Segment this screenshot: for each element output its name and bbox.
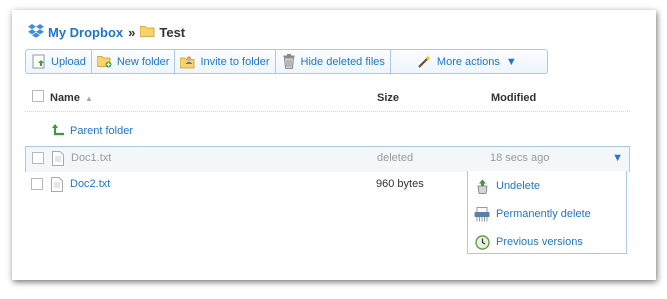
row-checkbox[interactable] [32,152,44,164]
breadcrumb-root-link[interactable]: My Dropbox [48,25,123,40]
permanently-delete-menu-item[interactable]: Permanently delete [474,205,591,223]
breadcrumb-current: Test [159,24,186,40]
file-list-header: Name ▲ Size Modified [25,88,630,112]
undelete-menu-item[interactable]: Undelete [474,177,540,195]
toolbar: Upload New folder Invite to folder Hide … [25,49,548,74]
dropbox-logo-icon [28,23,44,41]
parent-folder-arrow-icon [52,124,67,141]
file-modified: 18 secs ago [490,152,550,164]
file-name[interactable]: Doc1.txt [71,152,111,164]
shared-folder-icon [180,54,196,70]
upload-label: Upload [51,55,86,68]
new-folder-label: New folder [116,55,170,68]
permanently-delete-label: Permanently delete [496,208,591,220]
breadcrumb: My Dropbox » Test [28,22,185,42]
select-all-checkbox[interactable] [32,90,44,102]
file-size: deleted [377,152,414,164]
clock-icon [474,234,490,250]
dropdown-arrow-icon: ▼ [505,55,517,68]
upload-icon [31,54,47,70]
breadcrumb-separator: » [128,24,136,40]
parent-folder-row[interactable]: Parent folder [25,120,630,144]
name-column-header[interactable]: Name ▲ [50,92,93,104]
hide-deleted-files-button[interactable]: Hide deleted files [274,49,390,74]
hide-deleted-files-label: Hide deleted files [300,55,385,68]
text-file-icon [51,177,63,195]
invite-to-folder-label: Invite to folder [200,55,270,68]
row-actions-arrow-icon[interactable]: ▼ [612,152,623,164]
new-folder-button[interactable]: New folder [90,49,175,74]
previous-versions-label: Previous versions [496,236,583,248]
new-folder-icon [97,54,113,70]
invite-to-folder-button[interactable]: Invite to folder [174,49,275,74]
previous-versions-menu-item[interactable]: Previous versions [474,233,583,251]
text-file-icon [52,151,64,169]
more-actions-label: More actions [436,55,500,68]
undelete-icon [474,178,490,194]
more-actions-button[interactable]: More actions ▼ [389,49,548,74]
upload-button[interactable]: Upload [25,49,91,74]
file-size: 960 bytes [376,178,424,190]
magic-wand-icon [417,54,433,70]
parent-folder-link[interactable]: Parent folder [70,125,133,137]
trash-icon [281,54,297,70]
dropbox-window: My Dropbox » Test Upload New folder Invi… [12,10,656,280]
table-row[interactable]: Doc1.txt deleted 18 secs ago ▼ [25,146,630,172]
size-column-header[interactable]: Size [377,92,399,104]
modified-column-header[interactable]: Modified [491,92,536,104]
row-checkbox[interactable] [31,178,43,190]
shredder-icon [474,206,490,222]
sort-ascending-icon: ▲ [85,94,93,103]
file-name[interactable]: Doc2.txt [70,178,110,190]
undelete-label: Undelete [496,180,541,192]
file-actions-menu: Undelete Permanently delete Previous ver… [467,171,627,254]
folder-icon [139,25,155,40]
name-header-label: Name [50,92,80,104]
